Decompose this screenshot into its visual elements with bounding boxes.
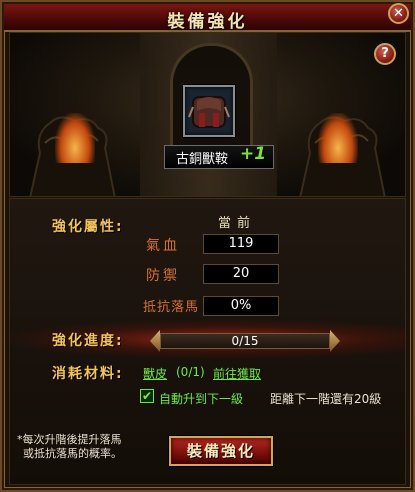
torch-flame-left xyxy=(55,113,95,163)
obtain-link[interactable]: 前往獲取 xyxy=(213,365,261,382)
material-count: (0/1) xyxy=(176,365,205,379)
enhance-attributes-label: 強化屬性: xyxy=(52,219,124,235)
progress-label: 強化進度: xyxy=(52,333,124,349)
stat-label-defense: 防禦 xyxy=(146,268,180,284)
note-line-2: 或抵抗落馬的概率。 xyxy=(23,447,122,460)
stat-value-hp: 119 xyxy=(203,234,279,254)
close-icon[interactable]: ✕ xyxy=(388,3,409,24)
stat-label-hp: 氣血 xyxy=(146,238,180,254)
upgrade-note: *每次升階後提升落馬 或抵抗落馬的概率。 xyxy=(17,433,122,461)
stat-label-fall-resist: 抵抗落馬 xyxy=(143,300,200,315)
progress-text: 0/15 xyxy=(231,334,259,348)
torch-flame-right xyxy=(318,113,358,163)
item-enhance-level: +1 xyxy=(240,144,267,164)
saddle-icon xyxy=(188,96,230,128)
help-icon[interactable]: ? xyxy=(374,43,396,65)
enhance-equipment-button[interactable]: 裝備強化 xyxy=(169,436,273,466)
material-item-link[interactable]: 獸皮 xyxy=(143,365,167,382)
title-bar: 裝備強化 xyxy=(4,4,411,32)
materials-label: 消耗材料: xyxy=(52,366,124,382)
stat-value-fall-resist: 0% xyxy=(203,296,279,316)
item-name: 古銅獸鞍 xyxy=(176,152,229,167)
auto-upgrade-checkbox[interactable]: ✔ xyxy=(140,389,154,403)
note-line-1: *每次升階後提升落馬 xyxy=(17,433,122,446)
item-slot[interactable] xyxy=(183,85,235,137)
stat-value-defense: 20 xyxy=(203,264,279,284)
next-tier-text: 距離下一階還有20級 xyxy=(270,392,382,406)
window-title: 裝備強化 xyxy=(167,12,248,32)
progress-bar: 0/15 xyxy=(160,333,330,349)
current-column-header: 當前 xyxy=(218,216,257,231)
auto-upgrade-label: 自動升到下一級 xyxy=(159,392,244,406)
